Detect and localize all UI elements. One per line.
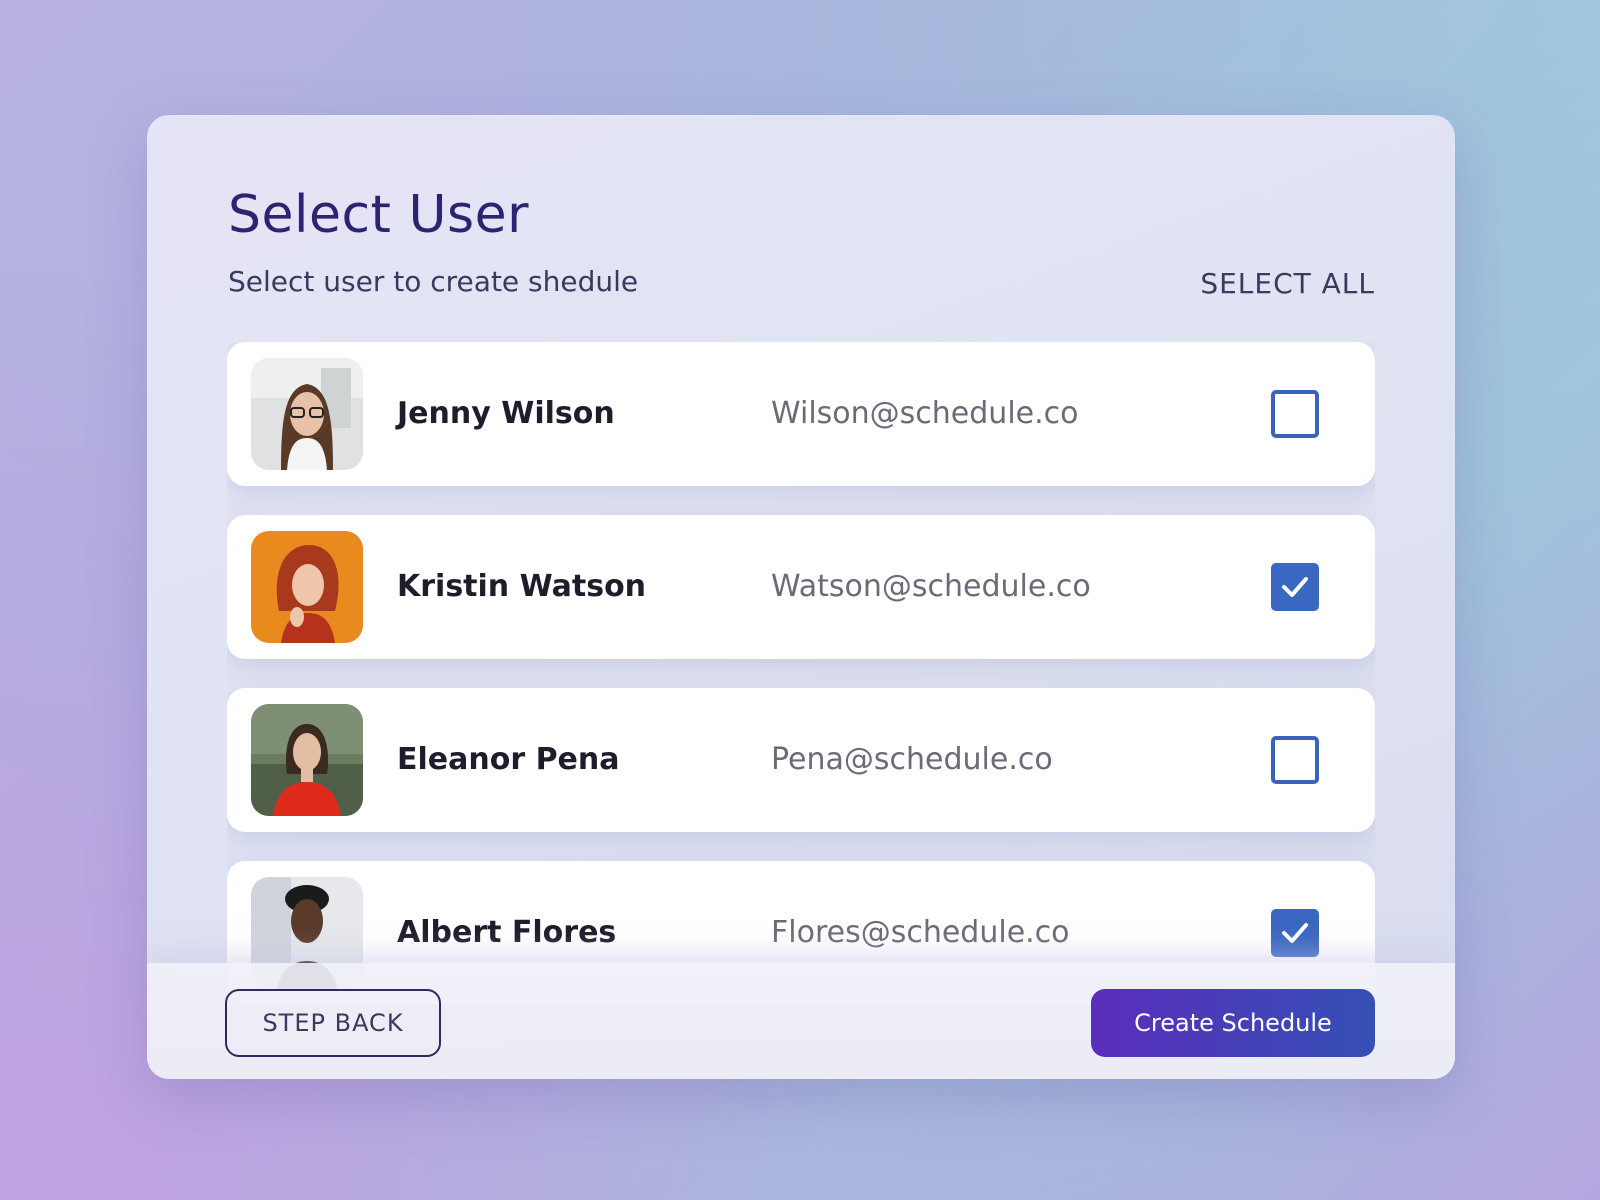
- avatar: [251, 358, 363, 470]
- user-checkbox[interactable]: [1271, 563, 1319, 611]
- checkmark-icon: [1282, 577, 1308, 597]
- avatar-photo-icon: [251, 531, 363, 643]
- avatar: [251, 704, 363, 816]
- user-email: Flores@schedule.co: [771, 915, 1070, 950]
- dialog-footer: STEP BACK Create Schedule: [147, 963, 1455, 1079]
- select-user-dialog: Select User Select user to create shedul…: [147, 115, 1455, 1079]
- user-email: Wilson@schedule.co: [771, 396, 1079, 431]
- user-email: Pena@schedule.co: [771, 742, 1053, 777]
- step-back-button[interactable]: STEP BACK: [225, 989, 441, 1057]
- user-name: Kristin Watson: [397, 569, 647, 604]
- page-subtitle: Select user to create shedule: [228, 265, 639, 298]
- list-item[interactable]: Kristin Watson Watson@schedule.co: [227, 515, 1375, 659]
- user-checkbox[interactable]: [1271, 736, 1319, 784]
- checkmark-icon: [1282, 923, 1308, 943]
- avatar-photo-icon: [251, 358, 363, 470]
- page-title: Select User: [228, 185, 529, 245]
- user-checkbox[interactable]: [1271, 909, 1319, 957]
- user-name: Albert Flores: [397, 915, 617, 950]
- list-item[interactable]: Jenny Wilson Wilson@schedule.co: [227, 342, 1375, 486]
- avatar-photo-icon: [251, 704, 363, 816]
- select-all-button[interactable]: SELECT ALL: [1200, 267, 1375, 300]
- create-schedule-button[interactable]: Create Schedule: [1091, 989, 1375, 1057]
- user-email: Watson@schedule.co: [771, 569, 1091, 604]
- avatar: [251, 531, 363, 643]
- user-checkbox[interactable]: [1271, 390, 1319, 438]
- list-item[interactable]: Eleanor Pena Pena@schedule.co: [227, 688, 1375, 832]
- user-name: Eleanor Pena: [397, 742, 620, 777]
- user-name: Jenny Wilson: [397, 396, 615, 431]
